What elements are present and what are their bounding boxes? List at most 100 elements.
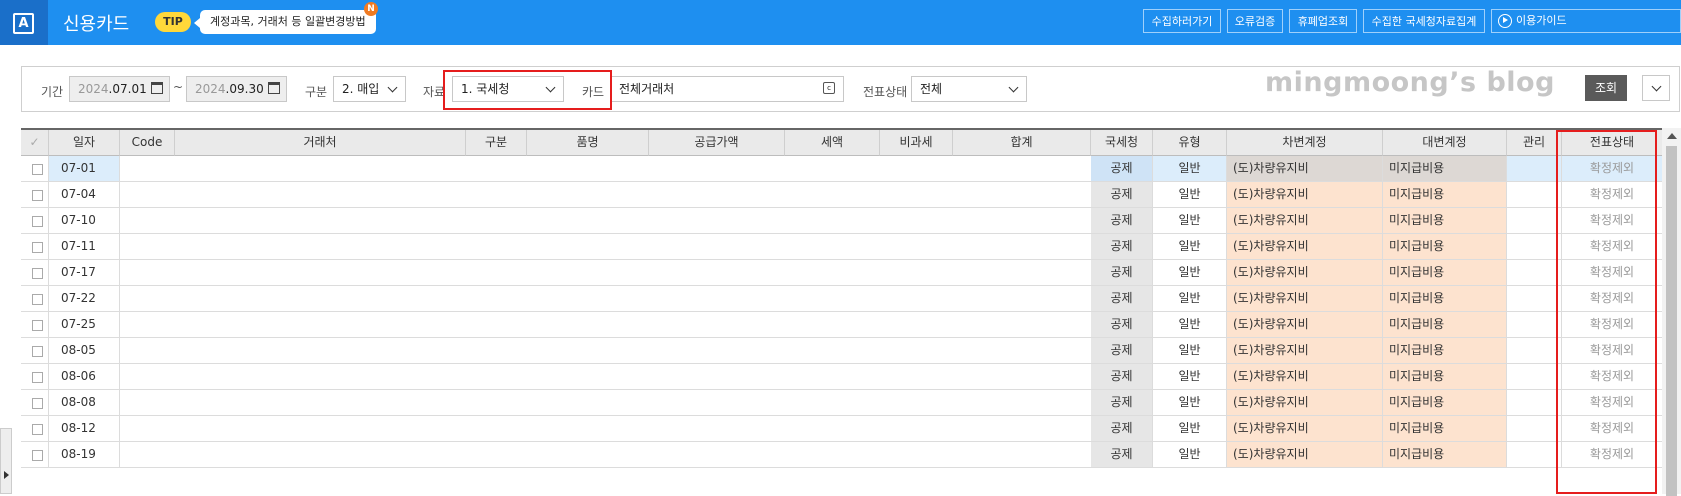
row-checkbox-cell[interactable]: [21, 208, 49, 234]
side-panel-toggle[interactable]: [0, 428, 12, 494]
row-checkbox[interactable]: [32, 242, 43, 253]
date-cell[interactable]: 07-25: [49, 312, 120, 338]
credit-account-cell[interactable]: 미지급비용: [1383, 234, 1507, 260]
column-header[interactable]: 거래처: [175, 130, 466, 156]
calendar-icon[interactable]: [268, 82, 280, 94]
voucher-status-cell[interactable]: 확정제외: [1562, 364, 1663, 390]
credit-account-cell[interactable]: 미지급비용: [1383, 156, 1507, 182]
credit-account-cell[interactable]: 미지급비용: [1383, 208, 1507, 234]
debit-account-cell[interactable]: (도)차량유지비: [1227, 156, 1383, 182]
date-cell[interactable]: 07-04: [49, 182, 120, 208]
vertical-scrollbar[interactable]: [1662, 128, 1681, 496]
row-checkbox-cell[interactable]: [21, 416, 49, 442]
manage-cell[interactable]: [1507, 286, 1562, 312]
tip-link[interactable]: 계정과목, 거래처 등 일괄변경방법: [194, 10, 376, 34]
debit-account-cell[interactable]: (도)차량유지비: [1227, 390, 1383, 416]
row-checkbox[interactable]: [32, 216, 43, 227]
row-checkbox[interactable]: [32, 268, 43, 279]
manage-cell[interactable]: [1507, 338, 1562, 364]
error-check-button[interactable]: 오류검증: [1227, 9, 1283, 33]
row-checkbox-cell[interactable]: [21, 182, 49, 208]
column-header[interactable]: 합계: [953, 130, 1091, 156]
row-checkbox[interactable]: [32, 320, 43, 331]
debit-account-cell[interactable]: (도)차량유지비: [1227, 442, 1383, 468]
row-checkbox[interactable]: [32, 294, 43, 305]
scroll-up-icon[interactable]: [1667, 133, 1677, 139]
row-checkbox-cell[interactable]: [21, 390, 49, 416]
type-cell[interactable]: 일반: [1153, 390, 1227, 416]
credit-account-cell[interactable]: 미지급비용: [1383, 442, 1507, 468]
manage-cell[interactable]: [1507, 312, 1562, 338]
nts-cell[interactable]: 공제: [1091, 156, 1153, 182]
column-header[interactable]: 관리: [1507, 130, 1562, 156]
row-checkbox-cell[interactable]: [21, 156, 49, 182]
debit-account-cell[interactable]: (도)차량유지비: [1227, 416, 1383, 442]
nts-cell[interactable]: 공제: [1091, 364, 1153, 390]
column-header[interactable]: 대변계정: [1383, 130, 1507, 156]
row-checkbox[interactable]: [32, 398, 43, 409]
row-checkbox-cell[interactable]: [21, 260, 49, 286]
debit-account-cell[interactable]: (도)차량유지비: [1227, 182, 1383, 208]
manage-cell[interactable]: [1507, 208, 1562, 234]
credit-account-cell[interactable]: 미지급비용: [1383, 286, 1507, 312]
voucher-status-cell[interactable]: 확정제외: [1562, 442, 1663, 468]
card-lookup-icon[interactable]: c: [823, 82, 835, 94]
debit-account-cell[interactable]: (도)차량유지비: [1227, 364, 1383, 390]
nts-cell[interactable]: 공제: [1091, 338, 1153, 364]
date-cell[interactable]: 07-11: [49, 234, 120, 260]
date-cell[interactable]: 08-19: [49, 442, 120, 468]
nts-cell[interactable]: 공제: [1091, 390, 1153, 416]
type-cell[interactable]: 일반: [1153, 182, 1227, 208]
row-checkbox[interactable]: [32, 424, 43, 435]
date-cell[interactable]: 08-12: [49, 416, 120, 442]
calendar-icon[interactable]: [151, 82, 163, 94]
row-checkbox[interactable]: [32, 450, 43, 461]
type-cell[interactable]: 일반: [1153, 416, 1227, 442]
nts-cell[interactable]: 공제: [1091, 260, 1153, 286]
voucher-status-cell[interactable]: 확정제외: [1562, 338, 1663, 364]
status-select[interactable]: 전체: [911, 76, 1027, 102]
voucher-status-cell[interactable]: 확정제외: [1562, 390, 1663, 416]
row-checkbox-cell[interactable]: [21, 312, 49, 338]
nts-summary-button[interactable]: 수집한 국세청자료집계: [1363, 9, 1485, 33]
closure-lookup-button[interactable]: 휴폐업조회: [1289, 9, 1357, 33]
column-header[interactable]: 일자: [49, 130, 120, 156]
nts-cell[interactable]: 공제: [1091, 442, 1153, 468]
column-header[interactable]: 구분: [466, 130, 527, 156]
row-checkbox[interactable]: [32, 164, 43, 175]
voucher-status-cell[interactable]: 확정제외: [1562, 156, 1663, 182]
user-guide-button[interactable]: 이용가이드: [1491, 9, 1681, 33]
debit-account-cell[interactable]: (도)차량유지비: [1227, 286, 1383, 312]
manage-cell[interactable]: [1507, 416, 1562, 442]
date-cell[interactable]: 08-06: [49, 364, 120, 390]
source-select[interactable]: 1. 국세청: [452, 76, 564, 102]
app-logo[interactable]: A: [0, 0, 48, 45]
card-field[interactable]: 전체거래처 c: [610, 76, 844, 102]
voucher-status-cell[interactable]: 확정제외: [1562, 260, 1663, 286]
column-header[interactable]: 세액: [785, 130, 880, 156]
manage-cell[interactable]: [1507, 390, 1562, 416]
date-to-field[interactable]: 2024.09.30: [186, 76, 287, 102]
manage-cell[interactable]: [1507, 260, 1562, 286]
voucher-status-cell[interactable]: 확정제외: [1562, 208, 1663, 234]
date-cell[interactable]: 07-10: [49, 208, 120, 234]
row-checkbox[interactable]: [32, 372, 43, 383]
debit-account-cell[interactable]: (도)차량유지비: [1227, 260, 1383, 286]
type-cell[interactable]: 일반: [1153, 156, 1227, 182]
nts-cell[interactable]: 공제: [1091, 286, 1153, 312]
scroll-thumb[interactable]: [1666, 146, 1677, 496]
date-cell[interactable]: 08-05: [49, 338, 120, 364]
credit-account-cell[interactable]: 미지급비용: [1383, 416, 1507, 442]
voucher-status-cell[interactable]: 확정제외: [1562, 312, 1663, 338]
voucher-status-cell[interactable]: 확정제외: [1562, 416, 1663, 442]
manage-cell[interactable]: [1507, 364, 1562, 390]
credit-account-cell[interactable]: 미지급비용: [1383, 390, 1507, 416]
manage-cell[interactable]: [1507, 442, 1562, 468]
type-cell[interactable]: 일반: [1153, 234, 1227, 260]
voucher-status-cell[interactable]: 확정제외: [1562, 234, 1663, 260]
date-cell[interactable]: 07-22: [49, 286, 120, 312]
column-header[interactable]: Code: [120, 130, 175, 156]
credit-account-cell[interactable]: 미지급비용: [1383, 182, 1507, 208]
row-checkbox-cell[interactable]: [21, 286, 49, 312]
voucher-status-cell[interactable]: 확정제외: [1562, 286, 1663, 312]
